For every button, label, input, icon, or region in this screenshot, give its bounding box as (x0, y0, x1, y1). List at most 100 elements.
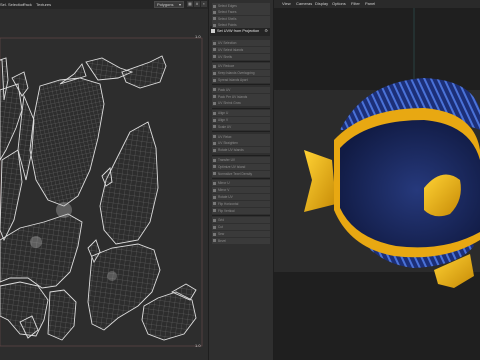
tool-active-label: Set UVW from Projection (217, 29, 260, 33)
grid-icon[interactable]: # (194, 1, 200, 7)
tool-item[interactable]: UV Shrink Grow (212, 100, 270, 107)
tool-icon (213, 209, 216, 213)
tool-separator (212, 84, 270, 86)
tool-icon (213, 239, 216, 243)
menu-selection[interactable]: Sel. Selection (0, 0, 24, 9)
viewport-menubar: View Cameras Display Options Filter Pane… (274, 0, 480, 8)
tool-item[interactable]: Flip Horizontal (212, 200, 270, 207)
tool-icon (213, 17, 216, 21)
tool-item[interactable]: Keep Islands Overlapping (212, 70, 270, 77)
vp-menu-options[interactable]: Options (332, 0, 346, 8)
tool-item-label: Transfer UV (218, 158, 236, 162)
tool-item[interactable]: Normalize Texel Density (212, 170, 270, 177)
tool-icon (213, 195, 216, 199)
tool-icon (213, 55, 216, 59)
tool-item[interactable]: Transfer UV (212, 157, 270, 163)
tool-icon (213, 202, 216, 206)
tool-item[interactable]: Align V (212, 117, 270, 123)
tool-item-label: Spread Islands Apart (218, 78, 248, 82)
vp-menu-cameras[interactable]: Cameras (296, 0, 312, 8)
uv-corner-label-top: 1.0 (195, 34, 201, 39)
tool-item[interactable]: UV Straighten (212, 140, 270, 147)
uv-canvas[interactable] (0, 9, 208, 360)
tool-item[interactable]: Select Shells (212, 15, 270, 22)
tool-icon (213, 95, 216, 99)
tool-item[interactable]: Select Points (212, 21, 270, 28)
tool-separator (212, 60, 270, 62)
tool-icon (213, 102, 216, 106)
tool-item-label: UV Select Islands (218, 47, 244, 52)
lock-icon[interactable]: ▪ (201, 1, 207, 7)
tool-item[interactable]: Mirror U (212, 180, 270, 187)
tool-icon (213, 142, 216, 146)
tool-item-label: Rotate UV (218, 195, 233, 199)
tool-item[interactable]: Select Edges (212, 3, 270, 9)
tool-item[interactable]: Pack Per UV Islands (212, 93, 270, 100)
tool-item[interactable]: Pack UV (212, 86, 270, 93)
tool-item[interactable]: Select Faces (212, 9, 270, 16)
tool-item-label: Normalize Texel Density (218, 171, 253, 176)
tool-item[interactable]: Mirror V (212, 187, 270, 194)
tool-item-label: Cut (218, 225, 223, 230)
tool-item-label: UV Reduce (218, 64, 235, 69)
tool-item-label: Rotate UV Islands (218, 148, 244, 153)
viewport-scene[interactable] (274, 8, 480, 360)
tool-item-label: Mirror U (218, 181, 230, 186)
tool-item-label: UV Relax (218, 134, 232, 139)
tool-item[interactable]: UV Shells (212, 53, 270, 60)
tool-item-label: Grid (218, 218, 225, 223)
tool-icon (213, 65, 216, 69)
tool-item[interactable]: Scale UV (212, 123, 270, 130)
tool-item-label: Align V (218, 118, 229, 122)
tool-icon (213, 48, 216, 52)
tool-item-label: Pack Per UV Islands (218, 94, 248, 99)
uv-tools-panel: Set UVW from Projection ⚙ Select Edges Se… (208, 0, 274, 360)
menu-textures[interactable]: Textures (36, 0, 51, 9)
uv-mode-dropdown[interactable]: Polygons ▾ (154, 1, 184, 8)
tool-item[interactable]: Bevel (212, 237, 270, 244)
tool-item[interactable]: UV Selection (212, 40, 270, 46)
vp-menu-panel[interactable]: Panel (365, 0, 375, 8)
tool-item-label: Keep Islands Overlapping (218, 71, 255, 76)
menu-pack[interactable]: Pack (23, 0, 32, 9)
uv-menubar: Sel. Selection Pack Textures Polygons ▾ … (0, 0, 208, 9)
tool-item-label: Select Edges (218, 4, 237, 8)
tool-item[interactable]: Sew (212, 231, 270, 237)
tool-item[interactable]: Grid (212, 217, 270, 224)
checker-icon[interactable]: ▦ (187, 1, 193, 7)
tool-item-label: Select Faces (218, 10, 237, 15)
tool-item[interactable]: Cut (212, 224, 270, 231)
tool-icon (213, 225, 216, 229)
tool-icon (213, 88, 216, 92)
uv-island (47, 289, 77, 341)
tool-item[interactable]: Optimize UV Island (212, 163, 270, 170)
tool-item-label: Select Points (218, 22, 237, 27)
chevron-down-icon: ▾ (178, 2, 181, 7)
vp-menu-filter[interactable]: Filter (351, 0, 360, 8)
tool-item-label: UV Straighten (218, 141, 238, 146)
tool-icon (213, 188, 216, 192)
tool-item-label: UV Shells (218, 54, 232, 59)
tool-separator (212, 107, 270, 109)
uv-island (0, 213, 83, 289)
tool-icon (213, 182, 216, 186)
uv-editor-panel[interactable]: Sel. Selection Pack Textures Polygons ▾ … (0, 0, 208, 360)
tool-separator (212, 214, 270, 216)
tool-item[interactable]: UV Reduce (212, 63, 270, 70)
tool-item[interactable]: Rotate UV Islands (212, 147, 270, 154)
tool-item[interactable]: UV Select Islands (212, 46, 270, 53)
tool-separator (212, 131, 270, 133)
tool-item-label: Scale UV (218, 124, 232, 129)
projection-icon (211, 29, 215, 33)
uv-island (0, 149, 23, 242)
tool-icon (213, 111, 216, 115)
uv-mode-value: Polygons (157, 2, 174, 7)
viewport-3d[interactable]: View Cameras Display Options Filter Pane… (274, 0, 480, 360)
tool-item[interactable]: Spread Islands Apart (212, 77, 270, 83)
vp-menu-display[interactable]: Display (315, 0, 328, 8)
tool-item[interactable]: Rotate UV (212, 194, 270, 200)
tool-item[interactable]: Flip Vertical (212, 207, 270, 214)
tool-item[interactable]: Align U (212, 110, 270, 117)
tool-item[interactable]: UV Relax (212, 133, 270, 140)
vp-menu-view[interactable]: View (282, 0, 291, 8)
